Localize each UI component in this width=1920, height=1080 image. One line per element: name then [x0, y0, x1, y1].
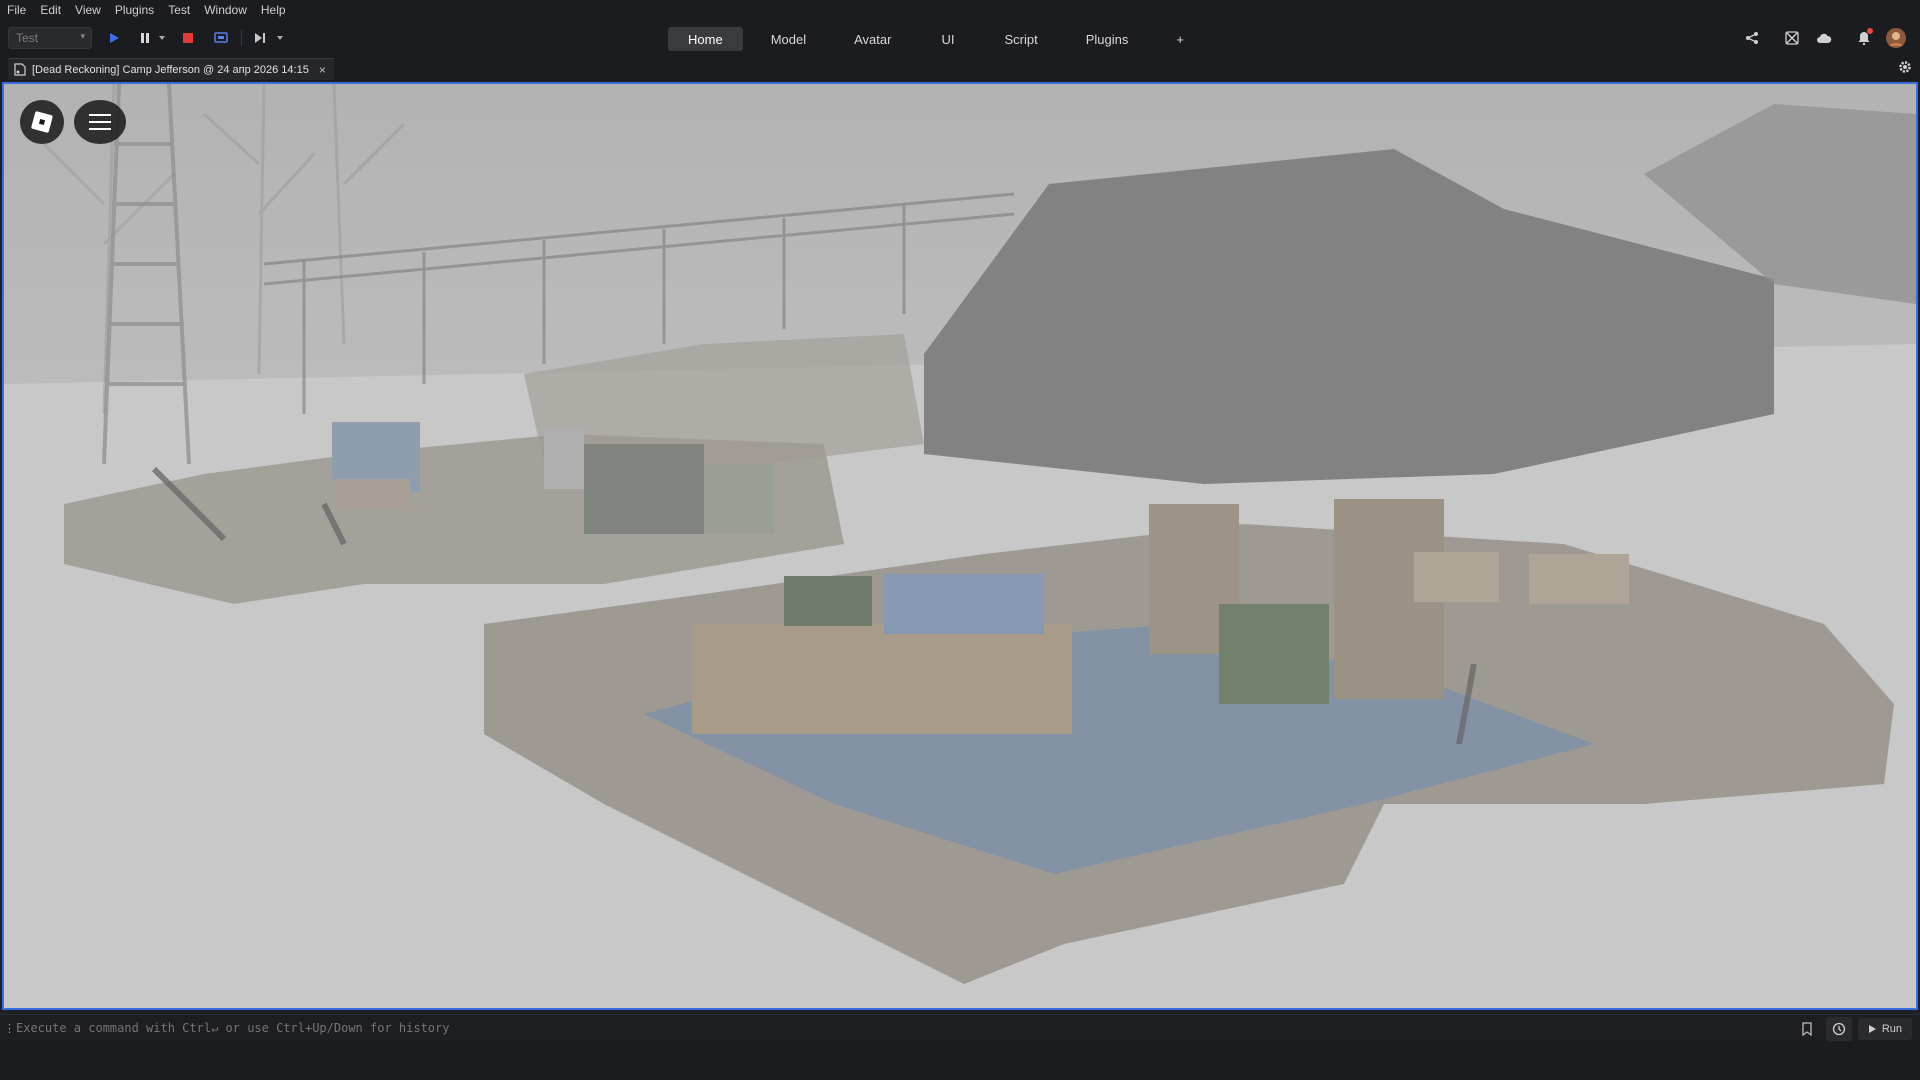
stop-icon — [183, 33, 193, 43]
collaborate-button[interactable] — [1776, 26, 1808, 50]
tab-model[interactable]: Model — [751, 27, 826, 51]
hamburger-menu-icon — [89, 114, 111, 130]
client-server-icon — [214, 32, 228, 43]
share-icon — [1746, 32, 1758, 44]
viewport-settings-button[interactable] — [1898, 60, 1912, 79]
chevron-down-icon — [277, 36, 283, 40]
chevron-down-icon: ▾ — [80, 31, 85, 41]
run-label: Run — [1881, 1023, 1902, 1035]
gear-icon — [1899, 61, 1911, 73]
run-button[interactable]: Run — [1857, 1018, 1912, 1040]
history-icon — [1832, 1022, 1845, 1036]
menu-file[interactable]: File — [0, 3, 33, 17]
pause-button[interactable] — [136, 28, 154, 48]
menu-plugins[interactable]: Plugins — [108, 3, 161, 17]
document-tab[interactable]: [Dead Reckoning] Camp Jefferson @ 24 апр… — [8, 58, 334, 80]
scene-render — [4, 84, 1916, 1008]
share-button[interactable] — [1736, 26, 1768, 50]
add-tab-button[interactable]: + — [1156, 27, 1204, 51]
roblox-menu-button[interactable] — [20, 100, 64, 144]
step-options-dropdown[interactable] — [274, 28, 286, 48]
cloud-button[interactable] — [1808, 26, 1840, 50]
play-icon — [110, 33, 119, 43]
bookmark-icon — [1802, 1022, 1812, 1036]
notifications-button[interactable] — [1848, 26, 1880, 50]
menu-view[interactable]: View — [68, 3, 108, 17]
step-button[interactable] — [250, 28, 270, 48]
tab-avatar[interactable]: Avatar — [834, 27, 911, 51]
roblox-logo-icon — [31, 111, 53, 133]
close-icon[interactable]: × — [319, 63, 326, 77]
test-mode-value: Test — [16, 31, 39, 45]
menu-window[interactable]: Window — [197, 3, 254, 17]
tab-home[interactable]: Home — [668, 27, 743, 51]
play-icon — [1868, 1025, 1876, 1033]
notification-badge — [1867, 28, 1873, 34]
step-icon — [255, 33, 265, 43]
stop-button[interactable] — [178, 28, 198, 48]
menu-test[interactable]: Test — [161, 3, 197, 17]
history-button[interactable] — [1825, 1017, 1852, 1041]
toolbar-divider — [241, 30, 242, 46]
collaborate-icon — [1785, 31, 1799, 45]
menu-bar: File Edit View Plugins Test Window Help — [0, 0, 1920, 20]
cloud-icon — [1817, 33, 1832, 43]
document-tab-bar: [Dead Reckoning] Camp Jefferson @ 24 апр… — [0, 56, 1920, 82]
command-bar: ⋮ Run — [0, 1014, 1920, 1042]
avatar — [1886, 28, 1906, 48]
chevron-down-icon — [159, 36, 165, 40]
command-bar-actions: Run — [1794, 1017, 1912, 1041]
toolbar: Test ▾ Home Model Avatar UI Script Plugi… — [0, 20, 1920, 56]
tab-plugins[interactable]: Plugins — [1066, 27, 1149, 51]
client-server-button[interactable] — [210, 28, 232, 48]
document-tab-title: [Dead Reckoning] Camp Jefferson @ 24 апр… — [32, 63, 309, 76]
play-button[interactable] — [104, 28, 124, 48]
pause-options-dropdown[interactable] — [156, 28, 168, 48]
ribbon-tabs: Home Model Avatar UI Script Plugins + — [668, 27, 1212, 51]
menu-help[interactable]: Help — [254, 3, 293, 17]
command-input[interactable] — [16, 1021, 1716, 1035]
hamburger-menu-button[interactable] — [74, 100, 126, 144]
menu-edit[interactable]: Edit — [33, 3, 68, 17]
pause-icon — [141, 33, 149, 43]
drag-handle-icon[interactable]: ⋮ — [4, 1022, 15, 1035]
document-icon — [14, 63, 26, 76]
game-viewport[interactable] — [2, 82, 1918, 1010]
bookmark-button[interactable] — [1794, 1017, 1820, 1041]
test-mode-dropdown[interactable]: Test ▾ — [8, 27, 92, 49]
tab-ui[interactable]: UI — [919, 27, 976, 51]
status-area — [0, 1042, 1920, 1080]
tab-script[interactable]: Script — [984, 27, 1057, 51]
toolbar-right-icons — [1736, 26, 1912, 50]
user-avatar-button[interactable] — [1880, 26, 1912, 50]
